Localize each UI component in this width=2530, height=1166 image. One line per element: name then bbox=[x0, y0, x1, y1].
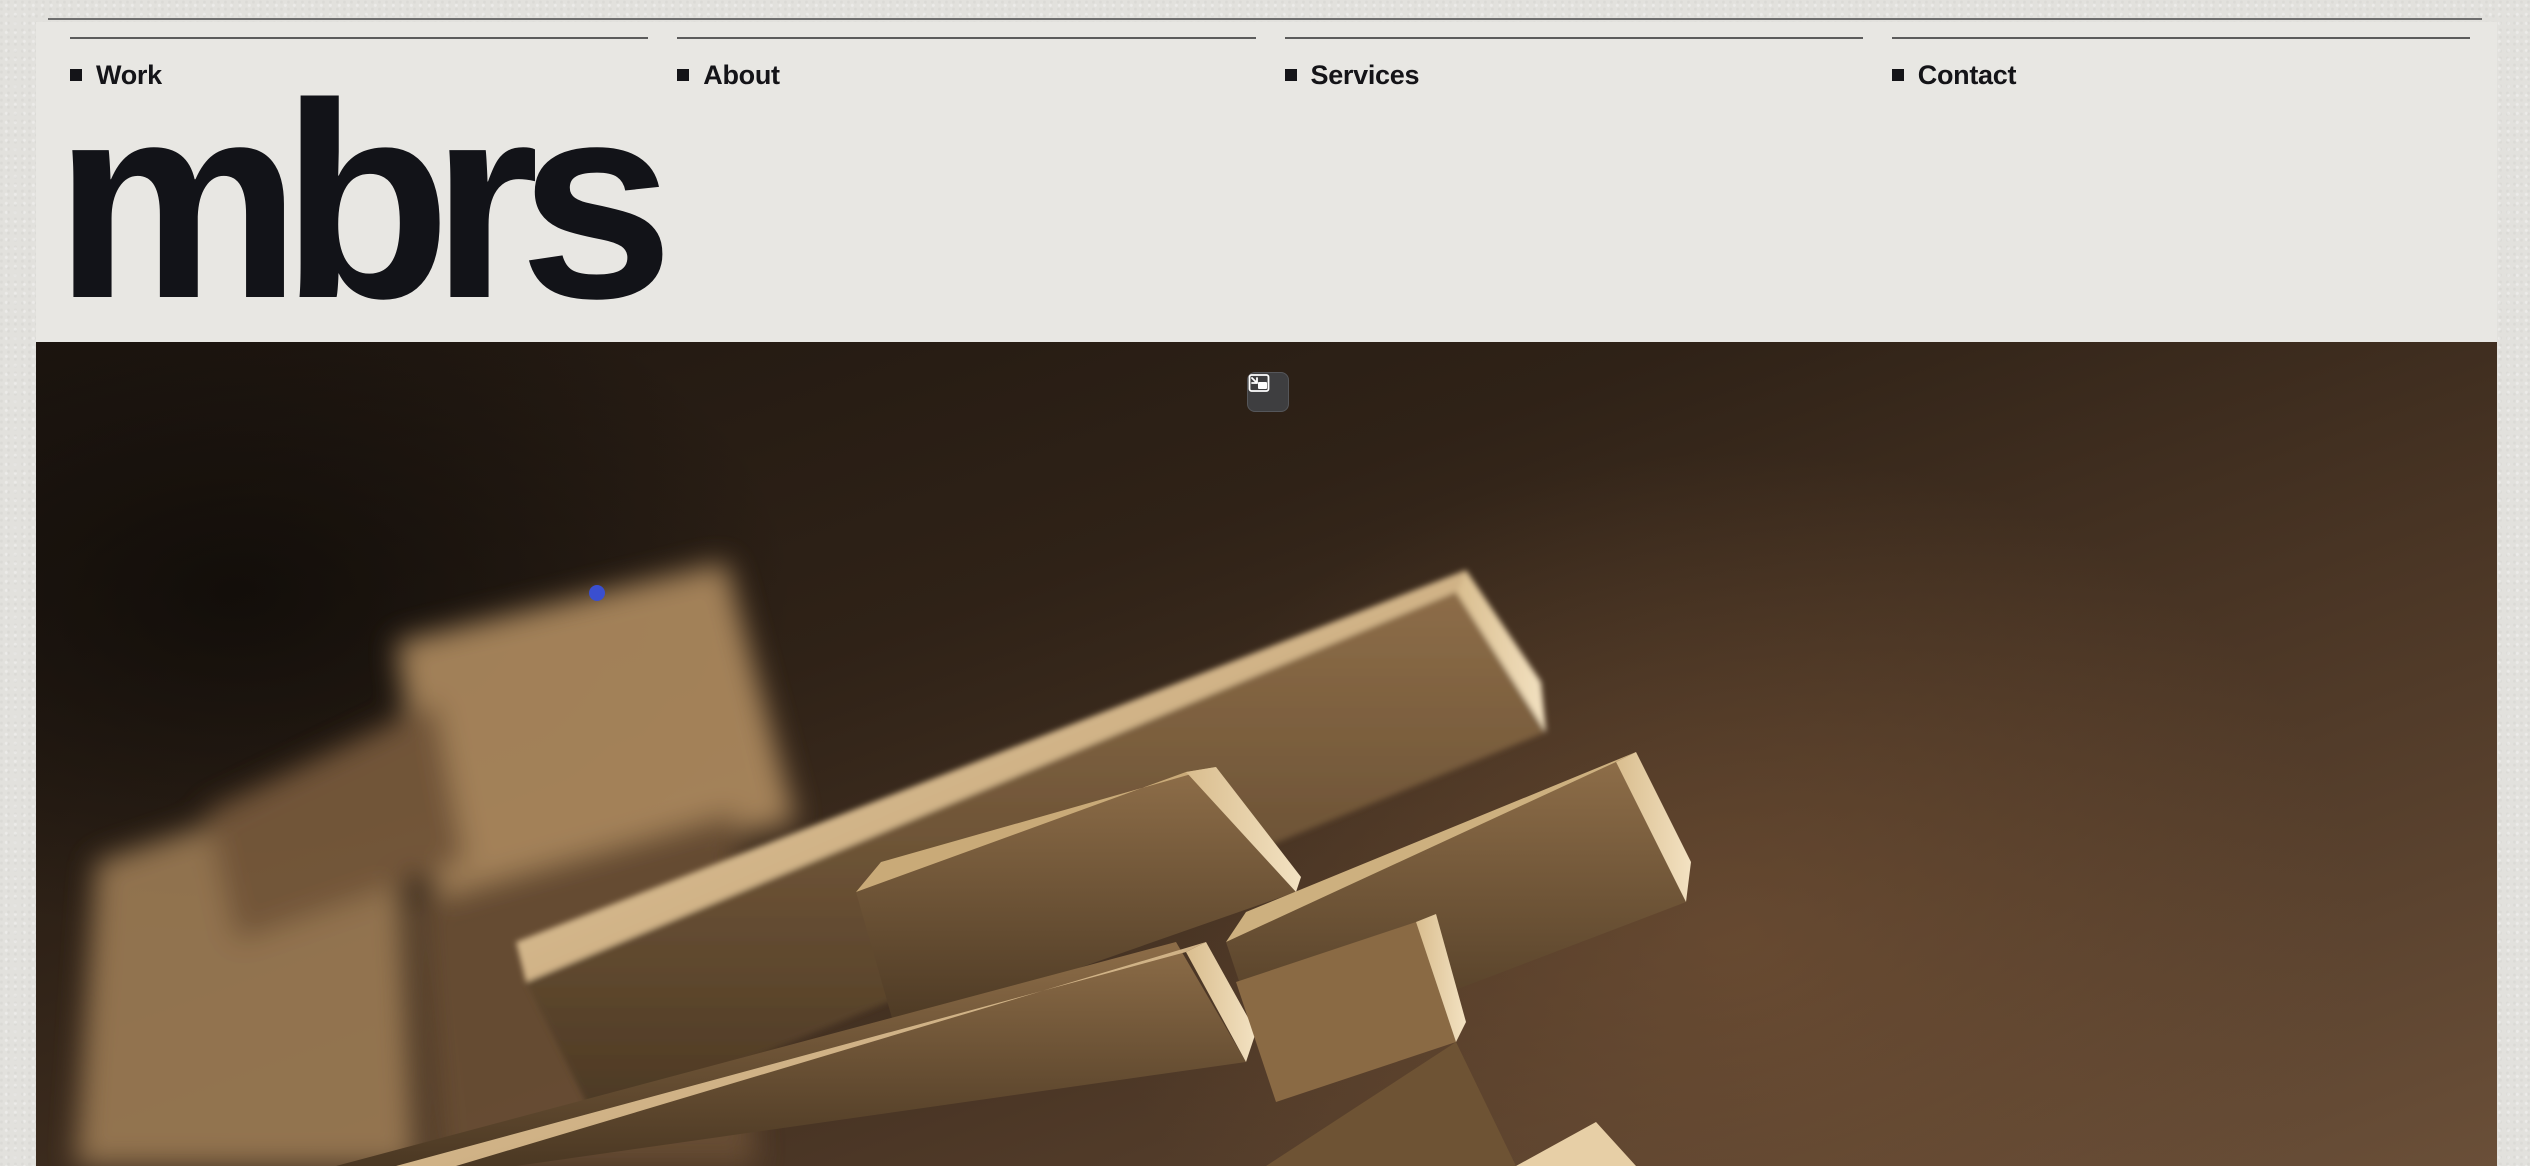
square-bullet-icon bbox=[677, 69, 690, 81]
wooden-planks-illustration bbox=[76, 562, 1691, 1166]
page-container: Work About Services Contact mbrs bbox=[36, 22, 2497, 1166]
square-bullet-icon bbox=[1891, 69, 1904, 81]
top-rule-divider bbox=[48, 18, 2482, 20]
nav-item-about[interactable]: About bbox=[677, 37, 1256, 97]
nav-item-contact[interactable]: Contact bbox=[1891, 37, 2470, 97]
nav-item-label: About bbox=[703, 59, 780, 90]
nav-item-services[interactable]: Services bbox=[1284, 37, 1863, 97]
cursor-indicator bbox=[589, 585, 605, 601]
nav-item-label: Contact bbox=[1917, 59, 2017, 90]
pip-toggle-button[interactable] bbox=[1247, 372, 1289, 412]
square-bullet-icon bbox=[1284, 69, 1297, 81]
hero-image bbox=[36, 342, 2497, 1166]
brand-logo[interactable]: mbrs bbox=[54, 62, 674, 340]
picture-in-picture-exit-icon bbox=[1248, 374, 1270, 392]
nav-item-label: Services bbox=[1310, 59, 1420, 90]
